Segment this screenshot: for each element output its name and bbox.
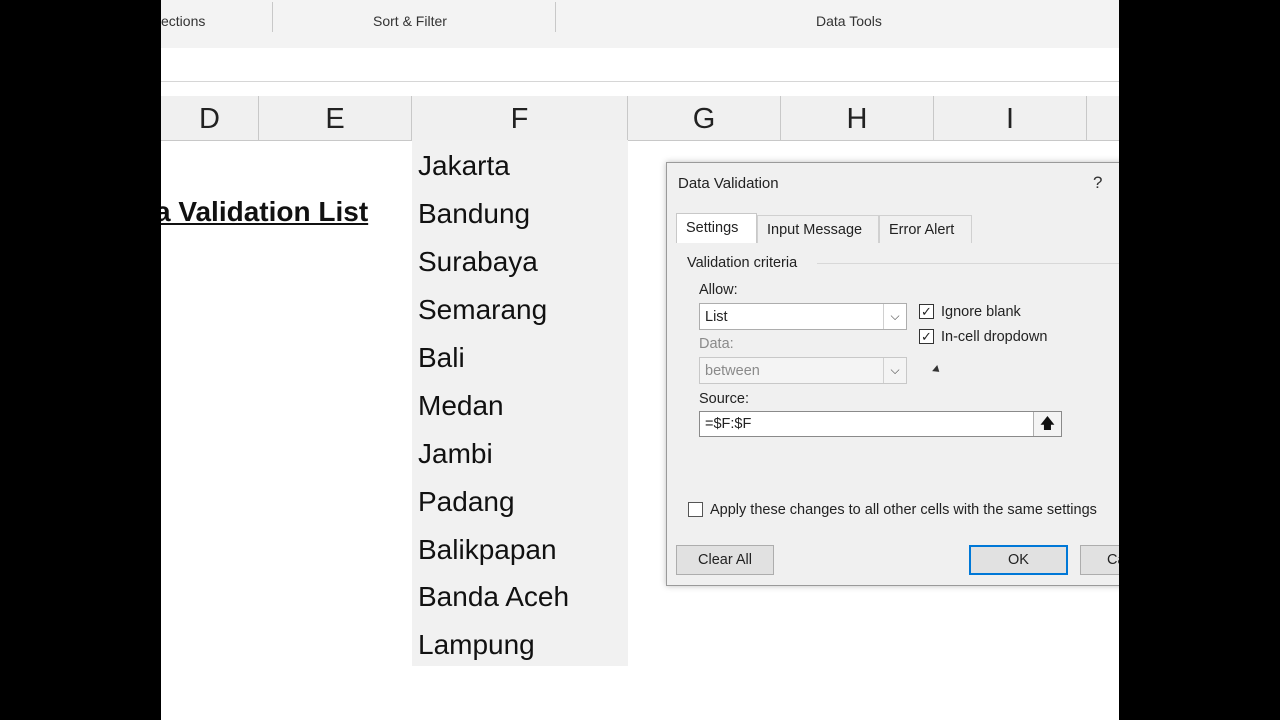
cell-city[interactable]: Balikpapan: [418, 533, 557, 567]
cell-city[interactable]: Bandung: [418, 197, 530, 231]
formula-bar[interactable]: [161, 48, 1119, 82]
apply-all-label[interactable]: Apply these changes to all other cells w…: [710, 502, 1097, 518]
help-button[interactable]: ?: [1093, 173, 1102, 193]
cell-city[interactable]: Bali: [418, 341, 465, 375]
ok-button[interactable]: OK: [969, 545, 1068, 575]
in-cell-dropdown-label[interactable]: In-cell dropdown: [941, 329, 1047, 345]
sheet-title[interactable]: a Validation List: [161, 196, 368, 228]
data-label: Data:: [699, 336, 734, 352]
cell-city[interactable]: Surabaya: [418, 245, 538, 279]
ribbon-separator: [272, 2, 273, 32]
column-header-d[interactable]: D: [161, 96, 259, 140]
column-header-i[interactable]: I: [934, 96, 1087, 140]
clear-all-button[interactable]: Clear All: [676, 545, 774, 575]
cell-city[interactable]: Banda Aceh: [418, 580, 569, 614]
cell-city[interactable]: Medan: [418, 389, 504, 423]
section-divider: [817, 263, 1119, 264]
chevron-down-icon[interactable]: ⌵: [883, 358, 906, 383]
allow-label: Allow:: [699, 282, 738, 298]
dialog-title: Data Validation: [678, 175, 779, 192]
cancel-button[interactable]: Ca: [1080, 545, 1119, 575]
column-header-f[interactable]: F: [412, 96, 628, 140]
ribbon-group-data-tools: Data Tools: [816, 13, 882, 29]
tab-settings[interactable]: Settings: [676, 213, 757, 243]
cell-city[interactable]: Jambi: [418, 437, 493, 471]
data-validation-dialog: Data Validation ? Settings Input Message…: [666, 162, 1119, 586]
column-header-g[interactable]: G: [628, 96, 781, 140]
chevron-down-icon[interactable]: ⌵: [883, 304, 906, 329]
ignore-blank-checkbox[interactable]: ✓: [919, 304, 934, 319]
apply-all-checkbox[interactable]: [688, 502, 703, 517]
allow-value: List: [705, 309, 728, 325]
cell-city[interactable]: Semarang: [418, 293, 547, 327]
tab-error-alert[interactable]: Error Alert: [879, 215, 972, 243]
source-label: Source:: [699, 391, 749, 407]
ribbon-group-connections: ections: [161, 13, 206, 29]
in-cell-dropdown-checkbox[interactable]: ✓: [919, 329, 934, 344]
ribbon-group-sort-filter: Sort & Filter: [373, 13, 447, 29]
cell-city[interactable]: Lampung: [418, 628, 535, 662]
cell-city[interactable]: Jakarta: [418, 149, 510, 183]
ribbon: ections Sort & Filter Data Tools: [161, 0, 1119, 49]
data-value: between: [705, 363, 760, 379]
cell-city[interactable]: Padang: [418, 485, 515, 519]
allow-dropdown[interactable]: List ⌵: [699, 303, 907, 330]
column-header-e[interactable]: E: [259, 96, 412, 140]
ribbon-separator: [555, 2, 556, 32]
data-dropdown[interactable]: between ⌵: [699, 357, 907, 384]
collapse-dialog-icon[interactable]: 🡅: [1033, 412, 1061, 436]
tab-input-message[interactable]: Input Message: [757, 215, 879, 243]
source-value: =$F:$F: [705, 416, 752, 432]
column-header-h[interactable]: H: [781, 96, 934, 140]
validation-criteria-label: Validation criteria: [687, 255, 798, 271]
source-input[interactable]: =$F:$F 🡅: [699, 411, 1062, 437]
column-headers: D E F G H I: [161, 96, 1119, 141]
ignore-blank-label[interactable]: Ignore blank: [941, 304, 1021, 320]
excel-window: ections Sort & Filter Data Tools D E F G…: [161, 0, 1119, 720]
